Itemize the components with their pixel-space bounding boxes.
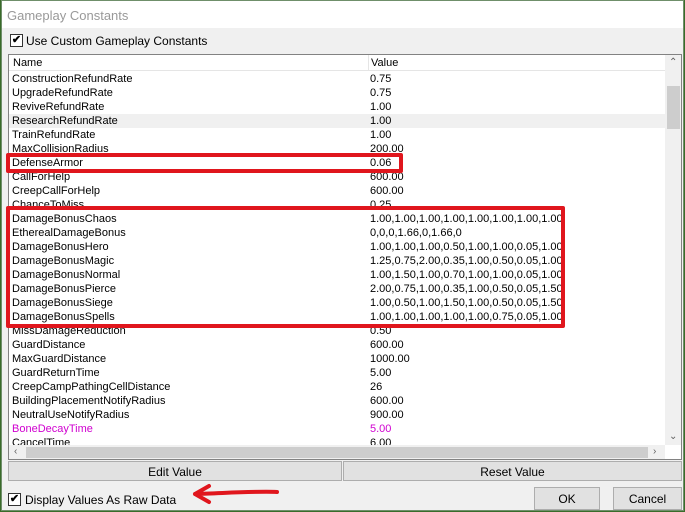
row-name: BuildingPlacementNotifyRadius <box>12 395 166 407</box>
reset-value-button[interactable]: Reset Value <box>343 461 682 481</box>
row-value: 1.00 <box>370 101 392 113</box>
raw-data-label[interactable]: Display Values As Raw Data <box>25 493 176 507</box>
column-divider[interactable] <box>368 55 369 71</box>
scroll-down-icon[interactable]: ⌄ <box>669 431 677 442</box>
annotation-arrow-icon <box>193 484 279 504</box>
row-name: ReviveRefundRate <box>12 101 105 113</box>
vertical-scrollbar[interactable]: ⌃ ⌄ <box>665 55 681 445</box>
raw-data-checkbox[interactable]: ✔ <box>8 493 21 506</box>
row-name: NeutralUseNotifyRadius <box>12 409 130 421</box>
column-header-value[interactable]: Value <box>371 57 398 69</box>
gameplay-constants-dialog: Gameplay Constants ✔ Use Custom Gameplay… <box>1 0 684 511</box>
horizontal-scrollbar[interactable]: ‹ › <box>9 445 665 459</box>
scroll-right-icon[interactable]: › <box>653 446 656 457</box>
use-custom-checkbox[interactable]: ✔ <box>10 34 23 47</box>
row-name: ResearchRefundRate <box>12 115 118 127</box>
row-value: 600.00 <box>370 339 404 351</box>
edit-value-button[interactable]: Edit Value <box>8 461 342 481</box>
row-value: 1.00 <box>370 115 392 127</box>
table-row[interactable]: BoneDecayTime 5.00 <box>9 422 665 436</box>
row-value: 5.00 <box>370 367 392 379</box>
table-row[interactable]: ConstructionRefundRate 0.75 <box>9 72 665 86</box>
table-row[interactable]: ResearchRefundRate 1.00 <box>9 114 665 128</box>
table-row[interactable]: CreepCampPathingCellDistance 26 <box>9 380 665 394</box>
list-header: Name Value <box>9 55 665 71</box>
row-name: CreepCampPathingCellDistance <box>12 381 171 393</box>
scroll-thumb[interactable] <box>667 86 680 129</box>
row-name: GuardReturnTime <box>12 367 100 379</box>
hscroll-thumb[interactable] <box>26 447 648 458</box>
row-value: 600.00 <box>370 395 404 407</box>
row-name: MaxGuardDistance <box>12 353 107 365</box>
table-row[interactable]: GuardDistance 600.00 <box>9 338 665 352</box>
row-name: ConstructionRefundRate <box>12 73 133 85</box>
row-value: 900.00 <box>370 409 404 421</box>
table-row[interactable]: MaxGuardDistance 1000.00 <box>9 352 665 366</box>
table-row[interactable]: ReviveRefundRate 1.00 <box>9 100 665 114</box>
reset-value-label: Reset Value <box>480 465 545 479</box>
row-value: 5.00 <box>370 423 392 435</box>
row-value: 26 <box>370 381 383 393</box>
row-name: BoneDecayTime <box>12 423 93 435</box>
row-name: CreepCallForHelp <box>12 185 101 197</box>
row-value: 1000.00 <box>370 353 410 365</box>
row-name: GuardDistance <box>12 339 86 351</box>
ok-button[interactable]: OK <box>534 487 600 510</box>
table-row[interactable]: CreepCallForHelp 600.00 <box>9 184 665 198</box>
table-row[interactable]: NeutralUseNotifyRadius 900.00 <box>9 408 665 422</box>
row-name: TrainRefundRate <box>12 129 96 141</box>
row-value: 0.75 <box>370 73 392 85</box>
scroll-left-icon[interactable]: ‹ <box>14 446 17 457</box>
table-row[interactable]: UpgradeRefundRate 0.75 <box>9 86 665 100</box>
row-value: 0.75 <box>370 87 392 99</box>
use-custom-label[interactable]: Use Custom Gameplay Constants <box>26 34 207 48</box>
table-row[interactable]: GuardReturnTime 5.00 <box>9 366 665 380</box>
edit-value-label: Edit Value <box>148 465 202 479</box>
highlight-box-defense-armor <box>6 153 403 173</box>
row-value: 600.00 <box>370 185 404 197</box>
table-row[interactable]: TrainRefundRate 1.00 <box>9 128 665 142</box>
cancel-label: Cancel <box>628 492 667 506</box>
column-header-name[interactable]: Name <box>13 57 42 69</box>
row-value: 1.00 <box>370 129 392 141</box>
highlight-box-damage-bonus <box>6 206 565 328</box>
scroll-up-icon[interactable]: ⌃ <box>669 57 677 68</box>
row-name: UpgradeRefundRate <box>12 87 113 99</box>
cancel-button[interactable]: Cancel <box>613 487 682 510</box>
ok-label: OK <box>558 492 576 506</box>
table-row[interactable]: BuildingPlacementNotifyRadius 600.00 <box>9 394 665 408</box>
title-bar: Gameplay Constants <box>2 1 683 28</box>
